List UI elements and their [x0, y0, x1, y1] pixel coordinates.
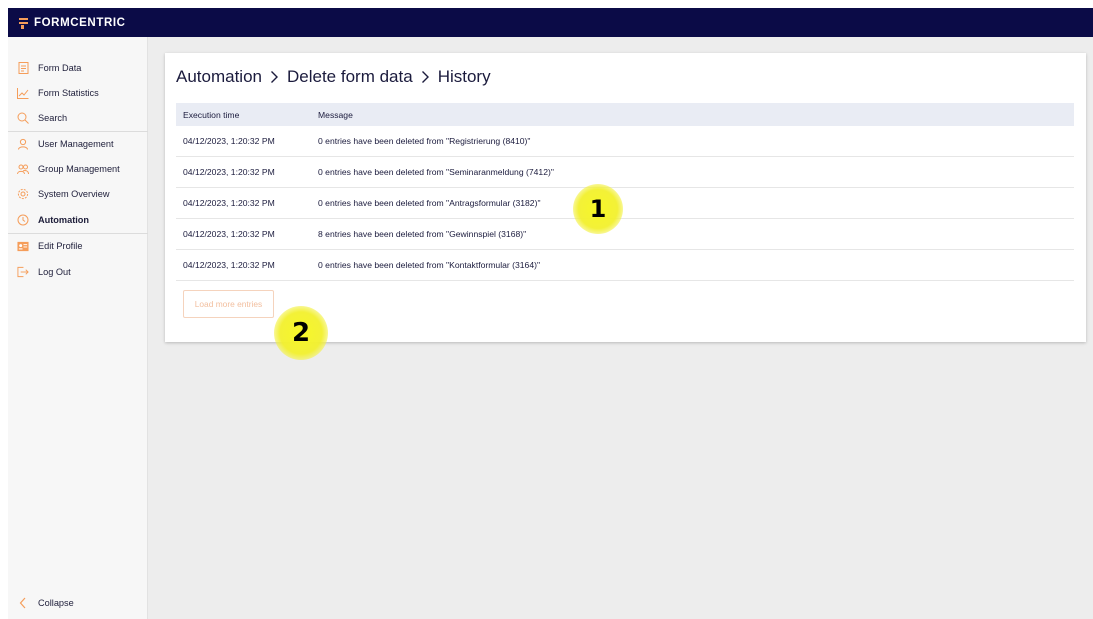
cell-message: 0 entries have been deleted from "Regist…	[318, 136, 531, 146]
cell-execution-time: 04/12/2023, 1:20:32 PM	[183, 136, 275, 146]
table-row: 04/12/2023, 1:20:32 PM 8 entries have be…	[176, 219, 1074, 250]
id-card-icon	[17, 240, 29, 252]
column-header-message: Message	[318, 109, 353, 120]
chart-line-icon	[17, 87, 29, 99]
cell-message: 0 entries have been deleted from "Antrag…	[318, 198, 541, 208]
gear-icon	[17, 188, 29, 200]
annotation-marker-2: 2	[274, 306, 328, 360]
user-icon	[17, 138, 29, 150]
sidebar: Form Data Form Statistics Search User Ma…	[8, 37, 148, 619]
sidebar-divider	[8, 131, 148, 132]
history-card: Automation Delete form data History Exec…	[165, 53, 1086, 342]
formcentric-logo-icon	[19, 17, 28, 29]
sidebar-item-form-statistics[interactable]: Form Statistics	[8, 82, 148, 104]
collapse-button[interactable]: Collapse	[8, 592, 148, 614]
sidebar-item-label: Form Data	[38, 63, 82, 73]
form-data-icon	[17, 62, 29, 74]
breadcrumb-item-automation[interactable]: Automation	[176, 67, 262, 87]
search-icon	[17, 112, 29, 124]
sidebar-item-label: User Management	[38, 139, 114, 149]
sidebar-item-label: System Overview	[38, 189, 110, 199]
column-header-execution-time: Execution time	[183, 109, 240, 120]
table-row: 04/12/2023, 1:20:32 PM 0 entries have be…	[176, 188, 1074, 219]
breadcrumb: Automation Delete form data History	[176, 67, 491, 87]
table-row: 04/12/2023, 1:20:32 PM 0 entries have be…	[176, 250, 1074, 281]
sidebar-item-log-out[interactable]: Log Out	[8, 261, 148, 283]
cell-message: 0 entries have been deleted from "Kontak…	[318, 260, 541, 270]
table-header: Execution time Message	[176, 103, 1074, 126]
sidebar-divider	[8, 233, 148, 234]
cell-execution-time: 04/12/2023, 1:20:32 PM	[183, 198, 275, 208]
sidebar-item-user-management[interactable]: User Management	[8, 133, 148, 155]
sidebar-item-label: Automation	[38, 215, 90, 225]
sidebar-item-label: Edit Profile	[38, 241, 83, 251]
collapse-label: Collapse	[38, 598, 74, 608]
logout-icon	[17, 266, 29, 278]
load-more-button[interactable]: Load more entries	[183, 290, 274, 318]
brand-logo[interactable]: FORMCENTRIC	[19, 16, 126, 30]
breadcrumb-item-history: History	[437, 67, 491, 86]
group-icon	[17, 163, 29, 175]
chevron-right-icon	[421, 70, 430, 84]
cell-execution-time: 04/12/2023, 1:20:32 PM	[183, 167, 275, 177]
sidebar-item-label: Search	[38, 113, 68, 123]
table-row: 04/12/2023, 1:20:32 PM 0 entries have be…	[176, 157, 1074, 188]
sidebar-item-label: Log Out	[38, 267, 71, 277]
sidebar-item-automation[interactable]: Automation	[8, 209, 148, 231]
sidebar-item-form-data[interactable]: Form Data	[8, 57, 148, 79]
annotation-marker-1: 1	[573, 184, 623, 234]
cell-message: 0 entries have been deleted from "Semina…	[318, 167, 554, 177]
clock-icon	[17, 214, 29, 226]
sidebar-item-edit-profile[interactable]: Edit Profile	[8, 235, 148, 257]
chevron-left-icon	[17, 597, 29, 609]
cell-execution-time: 04/12/2023, 1:20:32 PM	[183, 260, 275, 270]
cell-execution-time: 04/12/2023, 1:20:32 PM	[183, 229, 275, 239]
chevron-right-icon	[270, 70, 279, 84]
app-window: FORMCENTRIC Form Data Form Statistics Se…	[8, 8, 1093, 619]
top-bar: FORMCENTRIC	[8, 8, 1093, 37]
sidebar-item-group-management[interactable]: Group Management	[8, 158, 148, 180]
history-table: Execution time Message 04/12/2023, 1:20:…	[176, 103, 1074, 281]
sidebar-item-system-overview[interactable]: System Overview	[8, 183, 148, 205]
sidebar-item-label: Form Statistics	[38, 88, 99, 98]
cell-message: 8 entries have been deleted from "Gewinn…	[318, 229, 527, 239]
brand-name: FORMCENTRIC	[34, 17, 126, 29]
sidebar-item-label: Group Management	[38, 164, 120, 174]
breadcrumb-item-delete-form-data[interactable]: Delete form data	[287, 67, 413, 87]
table-row: 04/12/2023, 1:20:32 PM 0 entries have be…	[176, 126, 1074, 157]
sidebar-item-search[interactable]: Search	[8, 107, 148, 129]
